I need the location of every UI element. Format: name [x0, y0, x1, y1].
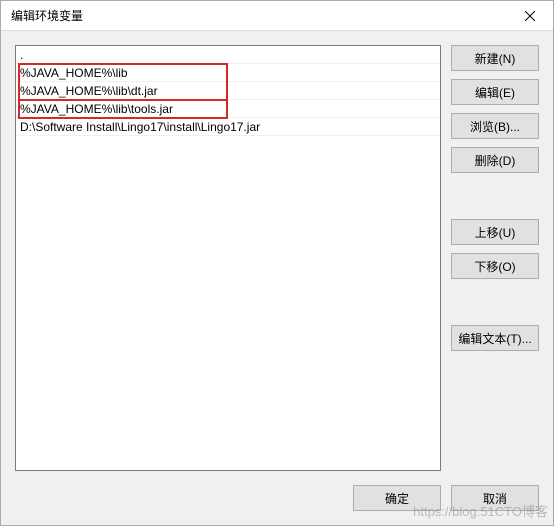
spacer — [451, 181, 539, 211]
delete-button[interactable]: 删除(D) — [451, 147, 539, 173]
close-button[interactable] — [507, 1, 553, 31]
dialog-content: . %JAVA_HOME%\lib %JAVA_HOME%\lib\dt.jar… — [1, 31, 553, 525]
list-item[interactable]: %JAVA_HOME%\lib\dt.jar — [16, 82, 440, 100]
spacer — [451, 287, 539, 317]
list-item[interactable]: %JAVA_HOME%\lib\tools.jar — [16, 100, 440, 118]
cancel-button[interactable]: 取消 — [451, 485, 539, 511]
side-button-panel: 新建(N) 编辑(E) 浏览(B)... 删除(D) 上移(U) 下移(O) 编… — [451, 45, 539, 471]
list-item[interactable]: D:\Software Install\Lingo17\install\Ling… — [16, 118, 440, 136]
edit-button[interactable]: 编辑(E) — [451, 79, 539, 105]
list-item[interactable]: %JAVA_HOME%\lib — [16, 64, 440, 82]
moveup-button[interactable]: 上移(U) — [451, 219, 539, 245]
ok-button[interactable]: 确定 — [353, 485, 441, 511]
new-button[interactable]: 新建(N) — [451, 45, 539, 71]
browse-button[interactable]: 浏览(B)... — [451, 113, 539, 139]
close-icon — [525, 11, 535, 21]
titlebar: 编辑环境变量 — [1, 1, 553, 31]
list-item[interactable]: . — [16, 46, 440, 64]
bottom-button-panel: 确定 取消 — [15, 471, 539, 511]
edittext-button[interactable]: 编辑文本(T)... — [451, 325, 539, 351]
dialog-window: 编辑环境变量 . %JAVA_HOME%\lib %JAVA_HOME%\lib… — [0, 0, 554, 526]
main-area: . %JAVA_HOME%\lib %JAVA_HOME%\lib\dt.jar… — [15, 45, 539, 471]
path-listbox[interactable]: . %JAVA_HOME%\lib %JAVA_HOME%\lib\dt.jar… — [15, 45, 441, 471]
window-title: 编辑环境变量 — [11, 7, 83, 24]
movedown-button[interactable]: 下移(O) — [451, 253, 539, 279]
